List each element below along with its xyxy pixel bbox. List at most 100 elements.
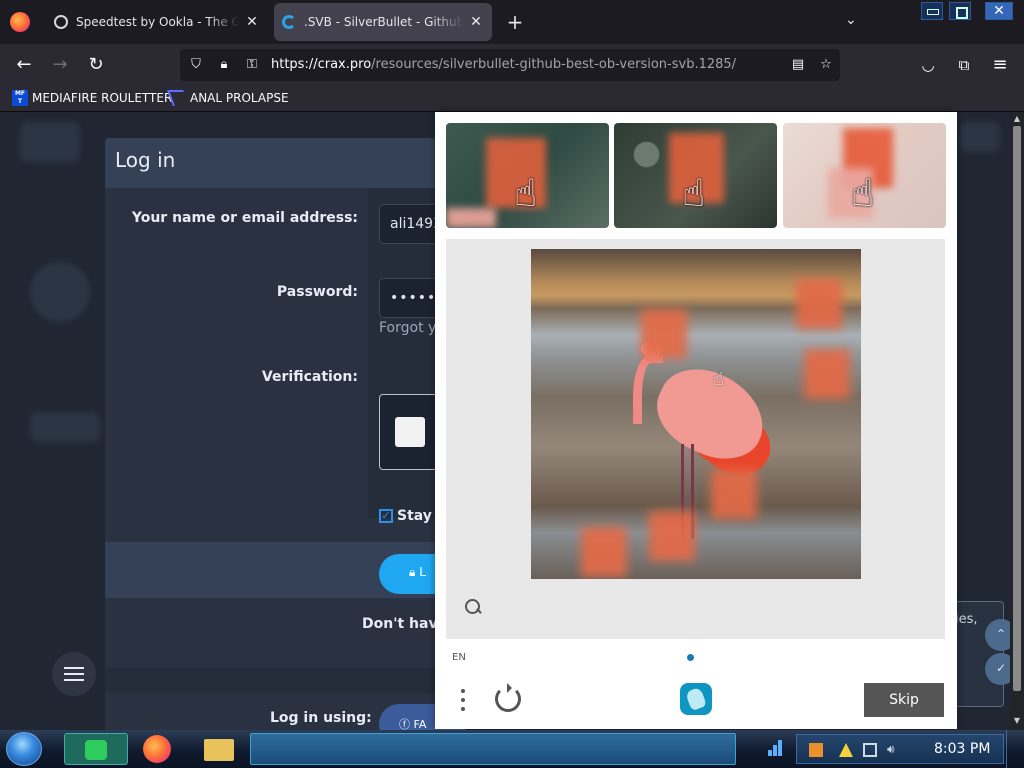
show-desktop-button[interactable] <box>1006 730 1024 768</box>
navigation-bar: ← → ↻ ⛉ 🔒︎ ⚿ https://crax.pro/resources/… <box>0 44 1024 86</box>
tab-silverbullet[interactable]: .SVB - SilverBullet - Github [Best OB Ve… <box>274 3 492 41</box>
tray-app-icon[interactable] <box>809 743 823 757</box>
hamburger-menu-icon[interactable]: ≡ <box>988 53 1012 77</box>
tab-close-icon[interactable]: ✕ <box>244 14 260 30</box>
tab-title: Speedtest by Ookla - The Global Broadban… <box>76 15 240 29</box>
system-tray: 🔊︎ 8:03 PM <box>796 734 1004 764</box>
new-tab-button[interactable]: + <box>504 10 526 34</box>
stay-label: Stay <box>397 508 432 524</box>
crax-favicon-icon <box>282 15 296 29</box>
checkbox-checked-icon[interactable]: ✓ <box>379 509 393 523</box>
extensions-icon[interactable]: ⧉ <box>952 53 976 77</box>
url-text[interactable]: https://crax.pro/resources/silverbullet-… <box>271 57 736 72</box>
tab-close-icon[interactable]: ✕ <box>468 14 484 30</box>
blurred-flamingo <box>446 208 496 228</box>
page-scrollbar[interactable]: ▲ ▼ <box>1010 112 1024 730</box>
blurred-background <box>20 122 80 162</box>
hamburger-line <box>64 673 84 675</box>
taskbar-firefox-icon[interactable] <box>138 733 178 765</box>
browser-tab-strip: Speedtest by Ookla - The Global Broadban… <box>0 0 1024 44</box>
refresh-icon[interactable] <box>495 683 521 712</box>
language-selector[interactable]: EN <box>452 652 466 663</box>
login-using-label: Log in using: <box>270 710 372 726</box>
bookmark-mediafire[interactable]: MF T MEDIAFIRE ROULETTER <box>12 90 172 106</box>
lock-icon: 🔒︎ <box>409 565 420 579</box>
name-label: Your name or email address: <box>131 210 358 226</box>
hamburger-line <box>64 667 84 669</box>
start-button[interactable] <box>6 732 42 766</box>
taskbar-active-window[interactable] <box>250 733 736 765</box>
example-image-3: ☝ <box>783 123 946 228</box>
bookmark-label: ANAL PROLAPSE <box>190 91 289 105</box>
check-icon[interactable]: ✓ <box>985 653 1010 685</box>
forward-arrow-icon[interactable]: → <box>48 53 72 77</box>
network-icon[interactable] <box>863 743 877 757</box>
pointer-hand-icon: ☝ <box>682 171 706 215</box>
password-label: Password: <box>276 284 358 300</box>
permissions-key-icon[interactable]: ⚿ <box>244 57 260 73</box>
bookmark-second[interactable]: ANAL PROLAPSE <box>167 90 289 106</box>
clock[interactable]: 8:03 PM <box>934 741 990 757</box>
menu-fab-button[interactable] <box>52 652 96 696</box>
cookie-text: ies, <box>955 612 978 627</box>
login-title: Log in <box>105 138 465 188</box>
bookmarks-toolbar: MF T MEDIAFIRE ROULETTER ANAL PROLAPSE <box>0 86 1024 112</box>
pointer-hand-icon: ☝ <box>851 171 875 215</box>
hamburger-line <box>64 679 84 681</box>
meter-bar <box>778 740 782 756</box>
back-arrow-icon[interactable]: ← <box>12 53 36 77</box>
lock-icon[interactable]: 🔒︎ <box>216 57 232 73</box>
captcha-checkbox[interactable] <box>395 417 425 447</box>
shield-icon[interactable]: ⛉ <box>188 57 204 73</box>
login-button-bar: 🔒︎ L <box>105 542 465 598</box>
firefox-menu-icon[interactable] <box>10 12 30 32</box>
divider <box>105 668 465 693</box>
target-blob[interactable] <box>641 309 687 359</box>
meter-bar <box>773 745 777 756</box>
scroll-down-arrow-icon[interactable]: ▼ <box>1012 716 1022 725</box>
example-image-1: ☝ <box>446 123 609 228</box>
flamingo-neck <box>633 354 663 424</box>
search-icon[interactable] <box>463 597 485 619</box>
chevron-up-icon[interactable]: ⌃ <box>985 619 1010 651</box>
window-minimize-button[interactable] <box>921 2 943 20</box>
skip-button[interactable]: Skip <box>864 683 944 717</box>
verification-label: Verification: <box>261 369 358 385</box>
scrollbar-thumb[interactable] <box>1013 126 1021 691</box>
reload-icon[interactable]: ↻ <box>84 53 108 77</box>
scroll-up-arrow-icon[interactable]: ▲ <box>1012 114 1022 123</box>
target-blob[interactable] <box>649 511 695 561</box>
mediafire-icon: MF T <box>12 90 28 106</box>
mouse-cursor-hand-icon: ☝ <box>713 369 724 390</box>
bookmark-star-icon[interactable]: ☆ <box>818 57 834 73</box>
volume-icon[interactable]: 🔊︎ <box>887 742 901 756</box>
forgot-password-link[interactable]: Forgot y <box>379 320 436 336</box>
url-bar[interactable]: ⛉ 🔒︎ ⚿ https://crax.pro/resources/silver… <box>180 49 840 81</box>
warning-flag-icon[interactable] <box>839 743 853 757</box>
blurred-background <box>30 262 90 322</box>
reader-view-icon[interactable]: ▤ <box>790 57 806 73</box>
speedtest-favicon-icon <box>54 15 68 29</box>
challenge-work-area: ☝ <box>446 239 945 639</box>
window-maximize-button[interactable] <box>949 2 971 20</box>
login-button-label: L <box>419 565 426 579</box>
taskbar-spotify-icon[interactable] <box>64 733 128 765</box>
target-blob[interactable] <box>804 349 850 399</box>
list-all-tabs-chevron-icon[interactable]: ⌄ <box>845 12 857 28</box>
window-close-button[interactable]: ✕ <box>985 2 1013 20</box>
target-blob[interactable] <box>581 527 627 577</box>
target-blob[interactable] <box>796 279 842 329</box>
meter-bar <box>768 750 772 756</box>
menu-icon[interactable] <box>457 687 469 713</box>
stay-logged-in[interactable]: ✓ Stay <box>379 508 432 524</box>
taskbar-explorer-icon[interactable] <box>198 733 240 765</box>
hcaptcha-logo[interactable] <box>680 683 712 715</box>
tab-speedtest[interactable]: Speedtest by Ookla - The Global Broadban… <box>46 3 268 41</box>
windows-taskbar: 🔊︎ 8:03 PM <box>0 730 1024 768</box>
pocket-icon[interactable]: ◡ <box>916 53 940 77</box>
dot <box>461 689 465 693</box>
target-blob[interactable] <box>711 469 757 519</box>
facebook-button-label: FA <box>413 718 427 730</box>
network-meter-icon[interactable] <box>768 740 782 756</box>
challenge-image[interactable]: ☝ <box>531 249 861 579</box>
